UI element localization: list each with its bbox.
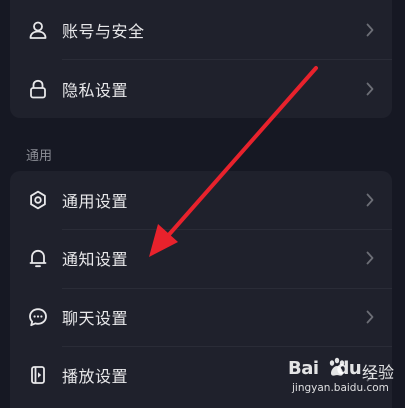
play-device-icon — [27, 364, 49, 386]
chat-settings-label: 聊天设置 — [62, 309, 129, 328]
playback-settings-row[interactable]: 播放设置 — [10, 346, 392, 404]
general-settings-label: 通用设置 — [62, 192, 129, 211]
chevron-right-icon — [364, 368, 376, 382]
notification-settings-label: 通知设置 — [62, 250, 129, 269]
account-security-row[interactable]: 账号与安全 — [10, 1, 392, 59]
account-security-label: 账号与安全 — [62, 22, 145, 41]
general-settings-row[interactable]: 通用设置 — [10, 171, 392, 229]
chevron-right-icon — [364, 310, 376, 324]
lock-icon — [27, 78, 49, 100]
chevron-right-icon — [364, 82, 376, 96]
gear-icon — [27, 189, 49, 211]
notification-settings-row[interactable]: 通知设置 — [10, 229, 392, 287]
bell-icon — [27, 247, 49, 269]
settings-screen: 账号与安全 隐私设置 通用 通用设置 通知设置 聊天设置 播放设置 Bai du… — [0, 0, 405, 408]
chevron-right-icon — [364, 251, 376, 265]
account-card: 账号与安全 隐私设置 — [10, 0, 392, 118]
chat-settings-row[interactable]: 聊天设置 — [10, 288, 392, 346]
chevron-right-icon — [364, 193, 376, 207]
chevron-right-icon — [364, 23, 376, 37]
playback-settings-label: 播放设置 — [62, 367, 129, 386]
privacy-settings-label: 隐私设置 — [62, 81, 129, 100]
chat-bubble-icon — [27, 306, 49, 328]
privacy-settings-row[interactable]: 隐私设置 — [10, 60, 392, 118]
general-card: 通用设置 通知设置 聊天设置 播放设置 — [10, 171, 392, 408]
user-icon — [27, 19, 49, 41]
section-title-general: 通用 — [26, 149, 53, 164]
